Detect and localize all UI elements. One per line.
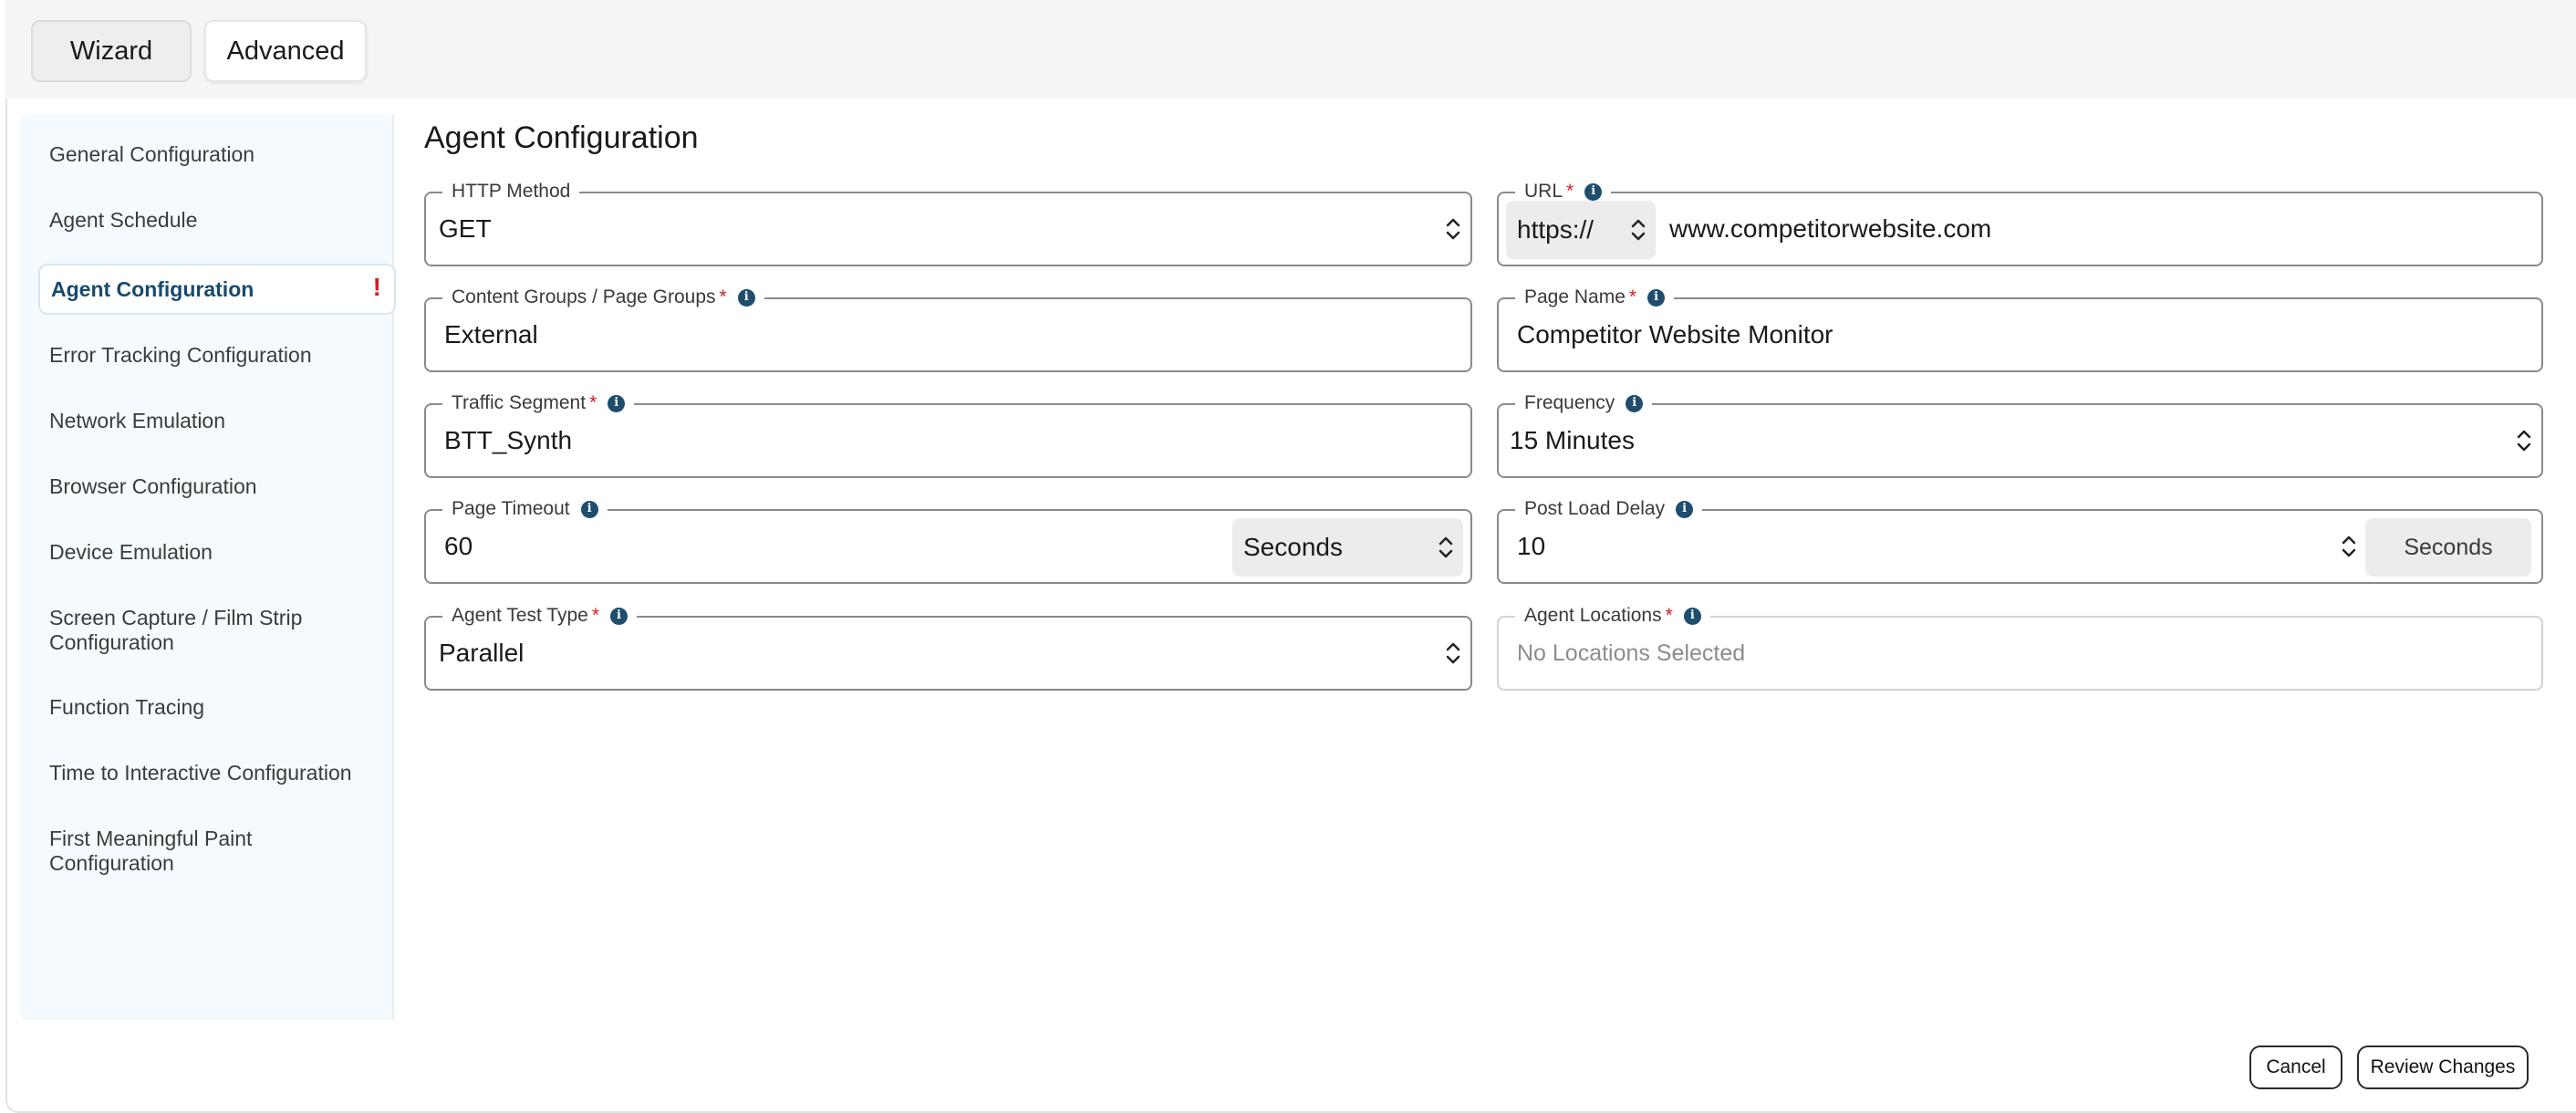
post-load-delay-field: Post Load Delay i 10 Seconds: [1497, 498, 2543, 584]
agent-locations-field[interactable]: Agent Locations * i No Locations Selected: [1497, 605, 2543, 691]
alert-icon: !: [372, 273, 381, 301]
tab-wizard[interactable]: Wizard: [31, 20, 192, 82]
agent-test-type-value: Parallel: [439, 639, 525, 667]
agent-test-type-select[interactable]: Agent Test Type * i Parallel: [424, 605, 1472, 691]
chevron-updown-icon: [1439, 536, 1453, 558]
sidebar-item-time-to-interactive[interactable]: Time to Interactive Configuration: [49, 761, 378, 785]
sidebar-item-function-tracing[interactable]: Function Tracing: [49, 695, 378, 720]
frequency-select[interactable]: Frequency i 15 Minutes: [1497, 392, 2543, 478]
http-method-select[interactable]: HTTP Method GET: [424, 181, 1472, 266]
page-timeout-input[interactable]: 60: [444, 511, 473, 582]
review-changes-button[interactable]: Review Changes: [2357, 1045, 2529, 1089]
post-load-delay-unit: Seconds: [2365, 518, 2531, 577]
sidebar-item-error-tracking[interactable]: Error Tracking Configuration: [49, 343, 378, 368]
info-icon[interactable]: i: [608, 394, 626, 412]
cancel-button[interactable]: Cancel: [2249, 1045, 2342, 1089]
info-icon[interactable]: i: [1676, 500, 1694, 518]
page-name-input[interactable]: Page Name * i Competitor Website Monitor: [1497, 286, 2543, 372]
protocol-select[interactable]: https://: [1506, 201, 1656, 259]
sidebar-item-general-configuration[interactable]: General Configuration: [49, 142, 378, 167]
content-groups-input[interactable]: Content Groups / Page Groups * i External: [424, 286, 1472, 372]
sidebar-item-first-meaningful-paint[interactable]: First Meaningful Paint Configuration: [49, 827, 286, 876]
info-icon[interactable]: i: [737, 288, 755, 307]
info-icon[interactable]: i: [610, 607, 628, 625]
traffic-segment-value: BTT_Synth: [444, 426, 573, 454]
content-groups-value: External: [444, 320, 538, 348]
sidebar: General Configuration Agent Schedule Age…: [20, 115, 396, 1020]
agent-locations-placeholder: No Locations Selected: [1517, 640, 1746, 666]
frequency-value: 15 Minutes: [1510, 426, 1635, 454]
chevron-updown-icon: [1631, 219, 1646, 241]
stepper-icon[interactable]: [2341, 533, 2357, 560]
sidebar-item-network-emulation[interactable]: Network Emulation: [49, 409, 378, 433]
url-input[interactable]: www.competitorwebsite.com: [1669, 193, 1991, 265]
chevron-updown-icon: [2517, 430, 2531, 452]
http-method-value: GET: [439, 214, 492, 243]
tab-advanced[interactable]: Advanced: [204, 20, 367, 82]
chevron-updown-icon: [1446, 218, 1460, 240]
traffic-segment-input[interactable]: Traffic Segment * i BTT_Synth: [424, 392, 1472, 478]
info-icon[interactable]: i: [1584, 182, 1603, 201]
mode-bar: Wizard Advanced: [5, 0, 2576, 99]
page-name-value: Competitor Website Monitor: [1517, 320, 1833, 348]
page-timeout-field: Page Timeout i 60 Seconds: [424, 498, 1472, 584]
sidebar-item-screen-capture[interactable]: Screen Capture / Film Strip Configuratio…: [49, 606, 341, 655]
info-icon[interactable]: i: [580, 500, 598, 518]
sidebar-item-agent-schedule[interactable]: Agent Schedule: [49, 208, 378, 233]
url-field: URL * i https:// www.competitorwebsite.co…: [1497, 181, 2543, 266]
sidebar-item-device-emulation[interactable]: Device Emulation: [49, 540, 378, 565]
page-title: Agent Configuration: [424, 120, 699, 155]
chevron-updown-icon: [1446, 642, 1460, 664]
url-label: URL * i: [1515, 181, 1612, 203]
page-timeout-unit-select[interactable]: Seconds: [1232, 518, 1463, 577]
sidebar-item-agent-configuration[interactable]: Agent Configuration !: [38, 264, 396, 315]
sidebar-item-label: Agent Configuration: [51, 276, 254, 301]
sidebar-item-browser-configuration[interactable]: Browser Configuration: [49, 474, 378, 499]
post-load-delay-input[interactable]: 10: [1517, 511, 1545, 582]
